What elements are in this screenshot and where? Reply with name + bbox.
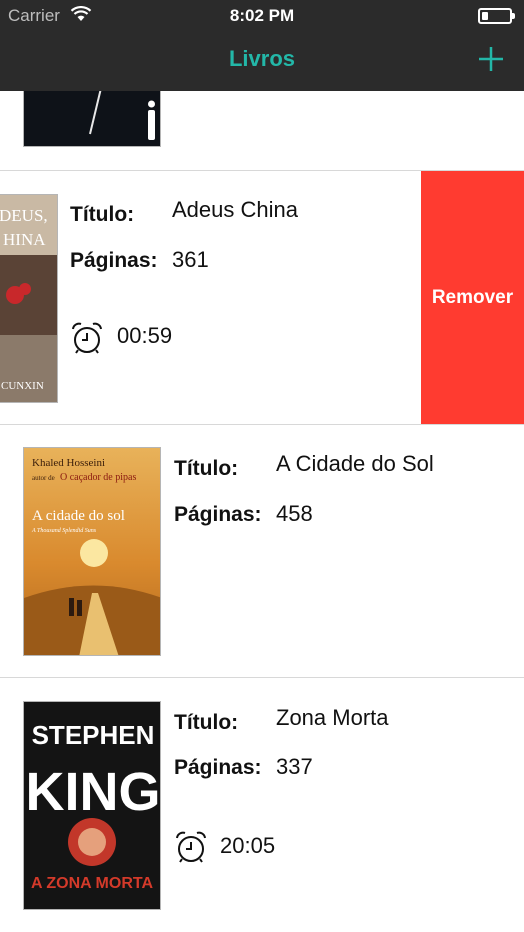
book-cover <box>23 91 161 147</box>
book-cover: STEPHEN KING A ZONA MORTA <box>23 701 161 910</box>
cover-author: STEPHEN <box>32 720 155 750</box>
remove-button[interactable]: Remover <box>421 171 524 424</box>
book-cover: DEUS, HINA CUNXIN <box>0 194 58 403</box>
book-list[interactable]: DEUS, HINA CUNXIN Título: Adeus China Pá… <box>0 91 524 932</box>
list-item[interactable]: Khaled Hosseini autor de O caçador de pi… <box>0 425 524 677</box>
cover-author: CUNXIN <box>1 380 44 392</box>
reading-time: 00:59 <box>117 323 173 348</box>
cover-title-line2: HINA <box>3 230 46 249</box>
cover-author-surname: KING <box>26 762 161 822</box>
page-title: Livros <box>228 46 296 71</box>
book-cover: Khaled Hosseini autor de O caçador de pi… <box>23 447 161 656</box>
status-time: 8:02 PM <box>229 6 295 25</box>
book-pages: 361 <box>172 247 209 272</box>
reading-time: 20:05 <box>220 833 276 858</box>
cover-subtitle: A Thousand Splendid Suns <box>31 528 97 534</box>
cover-author-note: autor de <box>32 474 55 482</box>
book-title: A Cidade do Sol <box>276 451 434 476</box>
alarm-clock-icon <box>176 831 206 863</box>
cover-title: A cidade do sol <box>32 508 125 524</box>
cover-previous-book: O caçador de pipas <box>60 472 136 483</box>
cover-author: Khaled Hosseini <box>32 457 105 469</box>
list-item[interactable]: STEPHEN KING A ZONA MORTA Título: Zona M… <box>0 678 524 932</box>
title-label: Título: <box>174 457 239 480</box>
add-book-button[interactable] <box>476 44 506 74</box>
pages-label: Páginas: <box>174 756 262 779</box>
cover-title: A ZONA MORTA <box>31 875 154 892</box>
cover-title-line1: DEUS, <box>0 206 48 225</box>
title-label: Título: <box>174 711 239 734</box>
title-label: Título: <box>70 203 135 226</box>
navigation-bar: Carrier 8:02 PM Livros <box>0 0 524 91</box>
pages-label: Páginas: <box>174 503 262 526</box>
pages-label: Páginas: <box>70 249 158 272</box>
list-item[interactable]: DEUS, HINA CUNXIN Título: Adeus China Pá… <box>0 171 524 424</box>
book-pages: 458 <box>276 501 313 526</box>
book-title: Adeus China <box>172 197 298 222</box>
battery-icon <box>478 8 515 24</box>
status-bar: Carrier 8:02 PM <box>0 0 524 34</box>
book-pages: 337 <box>276 754 313 779</box>
list-item-partial[interactable] <box>0 91 524 170</box>
book-title: Zona Morta <box>276 705 389 730</box>
alarm-clock-icon <box>72 322 102 354</box>
